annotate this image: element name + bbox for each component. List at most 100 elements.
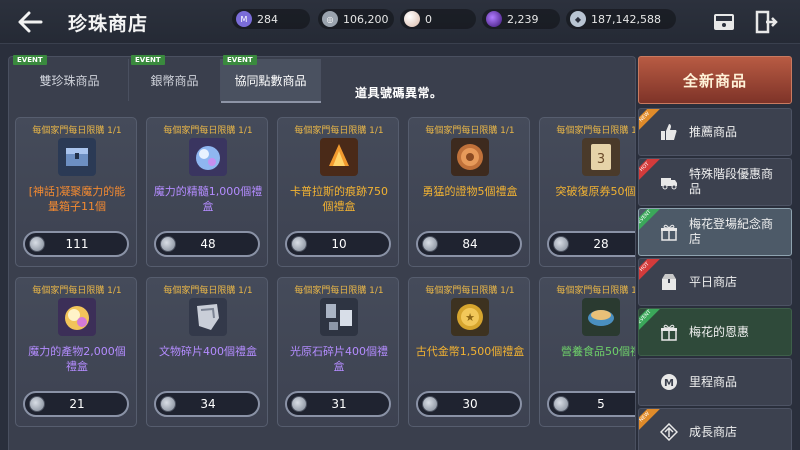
product-card[interactable]: 每個家門每日限購 1/1 魔力的產物2,000個 禮盒 21 bbox=[15, 277, 137, 427]
item-price: 84 bbox=[462, 237, 478, 251]
svg-text:3: 3 bbox=[597, 152, 605, 167]
item-price: 10 bbox=[331, 237, 347, 251]
buy-button[interactable]: 31 bbox=[285, 391, 391, 417]
currency-silver-droplet: ◆ 187,142,588 bbox=[566, 9, 676, 29]
product-card[interactable]: 每個家門每日限購 1/1 3 突破復原券50個禮 28 bbox=[539, 117, 635, 267]
mileage-m-icon: M bbox=[659, 372, 679, 392]
buy-button[interactable]: 48 bbox=[154, 231, 260, 257]
buy-button[interactable]: 111 bbox=[23, 231, 129, 257]
sidebar-item-special-stage[interactable]: HOT 特殊階段優惠商 品 bbox=[638, 158, 792, 206]
coin-icon bbox=[422, 236, 438, 252]
coin-icon bbox=[29, 396, 45, 412]
product-card[interactable]: 每個家門每日限購 1/1 魔力的精髓1,000個禮 盒 48 bbox=[146, 117, 268, 267]
item-price: 31 bbox=[331, 397, 347, 411]
purchase-limit: 每個家門每日限購 1/1 bbox=[32, 286, 122, 296]
mailbox-button[interactable] bbox=[710, 8, 738, 36]
tab-coop-points[interactable]: EVENT 協同點數商品 bbox=[221, 55, 321, 101]
purchase-limit: 每個家門每日限購 1/1 bbox=[556, 286, 635, 296]
item-price: 5 bbox=[597, 397, 605, 411]
sidebar-item-recommended[interactable]: NEW 推薦商品 bbox=[638, 108, 792, 156]
currency-value: 106,200 bbox=[343, 12, 389, 26]
coin-icon bbox=[29, 236, 45, 252]
sidebar-item-mileage[interactable]: M 里程商品 bbox=[638, 358, 792, 406]
sidebar-item-growth-store[interactable]: NEW 成長商店 bbox=[638, 408, 792, 450]
item-name: 勇猛的證物5個禮盒 bbox=[422, 185, 518, 198]
coin-icon bbox=[553, 396, 569, 412]
package-icon bbox=[659, 272, 679, 292]
back-button[interactable] bbox=[12, 6, 48, 38]
event-badge: EVENT bbox=[223, 55, 257, 65]
purchase-limit: 每個家門每日限購 1/1 bbox=[163, 126, 253, 136]
buy-button[interactable]: 10 bbox=[285, 231, 391, 257]
svg-text:M: M bbox=[664, 378, 674, 389]
currency-silver-coin: ◎ 106,200 bbox=[318, 9, 394, 29]
buy-button[interactable]: 84 bbox=[416, 231, 522, 257]
sidebar-item-plum-grace[interactable]: EVENT 梅花的恩惠 bbox=[638, 308, 792, 356]
tab-label: 銀幣商品 bbox=[150, 73, 199, 88]
product-card[interactable]: 每個家門每日限購 1/1 營養食品50個禮 5 bbox=[539, 277, 635, 427]
gift-icon bbox=[659, 222, 679, 242]
buy-button[interactable]: 21 bbox=[23, 391, 129, 417]
purple-gem-icon: M bbox=[236, 11, 252, 27]
buy-button[interactable]: 28 bbox=[547, 231, 635, 257]
item-price: 34 bbox=[200, 397, 216, 411]
gold-coin-icon: ★ bbox=[451, 298, 489, 336]
coin-icon bbox=[291, 396, 307, 412]
product-card[interactable]: 每個家門每日限購 1/1 卡普拉斯的痕跡750 個禮盒 10 bbox=[277, 117, 399, 267]
buy-button[interactable]: 5 bbox=[547, 391, 635, 417]
coin-icon bbox=[160, 396, 176, 412]
currency-value: 284 bbox=[257, 12, 278, 26]
purchase-limit: 每個家門每日限購 1/1 bbox=[294, 126, 384, 136]
currency-value: 0 bbox=[425, 12, 432, 26]
item-price: 30 bbox=[462, 397, 478, 411]
coin-icon bbox=[553, 236, 569, 252]
artifact-shard-icon bbox=[189, 298, 227, 336]
tab-double-pearl[interactable]: EVENT 雙珍珠商品 bbox=[11, 55, 129, 101]
purchase-limit: 每個家門每日限購 1/1 bbox=[425, 286, 515, 296]
sidebar-item-new-products[interactable]: 全新商品 bbox=[638, 56, 792, 104]
item-name: 營養食品50個禮 bbox=[561, 345, 635, 358]
product-card[interactable]: 每個家門每日限購 1/1 [神話]凝聚魔力的能 量箱子11個 111 bbox=[15, 117, 137, 267]
tab-label: 協同點數商品 bbox=[234, 73, 307, 88]
exit-door-icon bbox=[755, 10, 778, 34]
item-price: 111 bbox=[65, 237, 89, 251]
item-name: 文物碎片400個禮盒 bbox=[159, 345, 257, 358]
flame-relic-icon bbox=[320, 138, 358, 176]
purchase-limit: 每個家門每日限購 1/1 bbox=[32, 126, 122, 136]
product-card[interactable]: 每個家門每日限購 1/1 光原石碎片400個禮 盒 31 bbox=[277, 277, 399, 427]
error-notice: 道具號碼異常。 bbox=[355, 86, 443, 100]
currency-value: 187,142,588 bbox=[591, 12, 661, 26]
tab-silver-coin[interactable]: EVENT 銀幣商品 bbox=[129, 55, 221, 101]
silver-coin-icon: ◎ bbox=[322, 11, 338, 27]
product-grid: 每個家門每日限購 1/1 [神話]凝聚魔力的能 量箱子11個 111 每個家門每… bbox=[9, 109, 635, 450]
product-card[interactable]: 每個家門每日限購 1/1 文物碎片400個禮盒 34 bbox=[146, 277, 268, 427]
product-card[interactable]: 每個家門每日限購 1/1 勇猛的證物5個禮盒 84 bbox=[408, 117, 530, 267]
item-price: 48 bbox=[200, 237, 216, 251]
shop-panel: EVENT 雙珍珠商品 EVENT 銀幣商品 EVENT 協同點數商品 道具號碼… bbox=[8, 55, 636, 450]
sidebar-label: 特殊階段優惠商 品 bbox=[689, 167, 774, 196]
purchase-limit: 每個家門每日限購 1/1 bbox=[294, 286, 384, 296]
product-card[interactable]: 每個家門每日限購 1/1 ★ 古代金幣1,500個禮盒 30 bbox=[408, 277, 530, 427]
currency-dark-orb: 2,239 bbox=[482, 9, 560, 29]
currency-purple-gem: M 284 bbox=[232, 9, 310, 29]
food-bowl-icon bbox=[582, 298, 620, 336]
currency-value: 2,239 bbox=[507, 12, 539, 26]
light-ore-icon bbox=[320, 298, 358, 336]
pearl-icon bbox=[404, 11, 420, 27]
item-name: 魔力的精髓1,000個禮 盒 bbox=[153, 185, 263, 213]
buy-button[interactable]: 34 bbox=[154, 391, 260, 417]
item-name: 光原石碎片400個禮 盒 bbox=[290, 345, 388, 373]
event-badge: EVENT bbox=[13, 55, 47, 65]
silver-droplet-icon: ◆ bbox=[570, 11, 586, 27]
sidebar-label: 里程商品 bbox=[689, 374, 738, 389]
exit-button[interactable] bbox=[752, 8, 780, 36]
item-name: 卡普拉斯的痕跡750 個禮盒 bbox=[290, 185, 388, 213]
buy-button[interactable]: 30 bbox=[416, 391, 522, 417]
active-tab-underline bbox=[221, 101, 321, 103]
purchase-limit: 每個家門每日限購 1/1 bbox=[425, 126, 515, 136]
mailbox-icon bbox=[714, 14, 734, 30]
sidebar-item-plum-launch-store[interactable]: EVENT 梅花登場紀念商 店 bbox=[638, 208, 792, 256]
dark-orb-icon bbox=[486, 11, 502, 27]
item-name: 魔力的產物2,000個 禮盒 bbox=[28, 345, 126, 373]
sidebar-item-weekday-store[interactable]: HOT 平日商店 bbox=[638, 258, 792, 306]
